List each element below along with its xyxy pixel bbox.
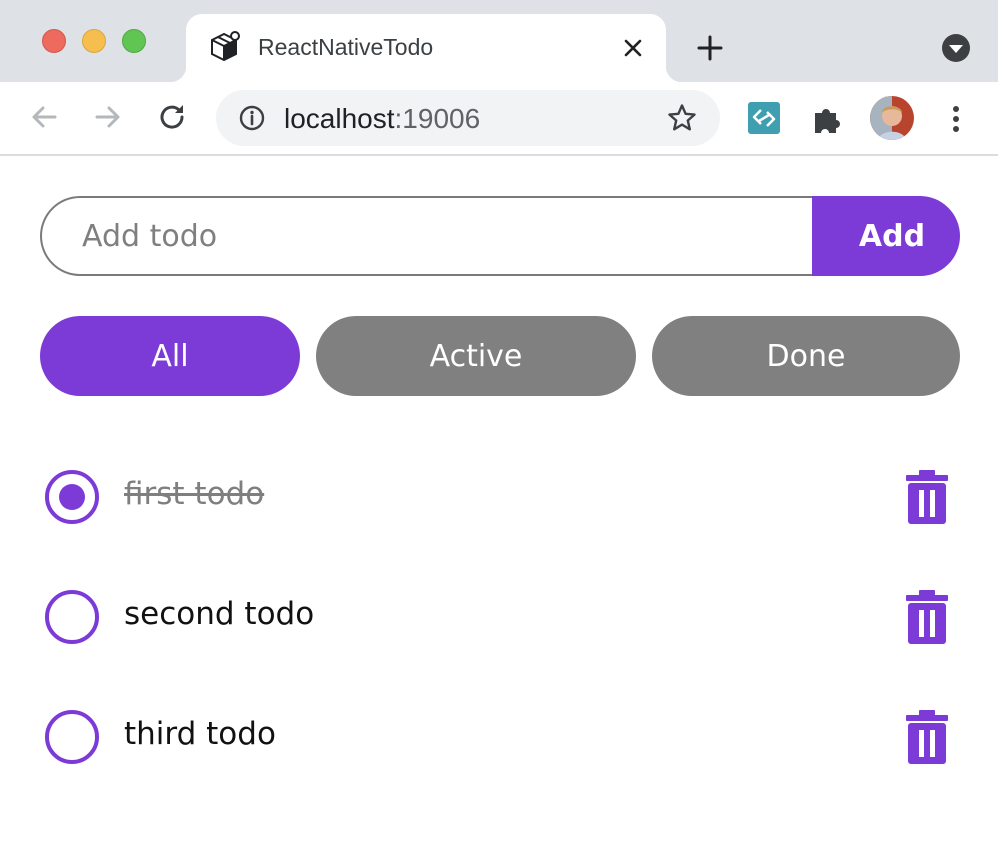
window-zoom-button[interactable]	[122, 29, 146, 53]
url-port: :19006	[394, 103, 481, 134]
url-host: localhost	[284, 103, 395, 134]
profile-photo-icon	[870, 96, 914, 140]
trash-icon[interactable]	[904, 590, 950, 644]
browser-toolbar: localhost:19006	[0, 82, 998, 156]
todo-toggle[interactable]	[45, 590, 99, 644]
back-arrow-icon[interactable]	[27, 100, 61, 134]
window-close-button[interactable]	[42, 29, 66, 53]
puzzle-icon[interactable]	[810, 102, 844, 136]
filter-active-button[interactable]: Active	[316, 316, 636, 396]
reload-icon[interactable]	[155, 100, 189, 134]
address-bar[interactable]: localhost:19006	[216, 90, 720, 146]
package-icon	[211, 31, 240, 62]
todo-toggle[interactable]	[45, 710, 99, 764]
todo-text: first todo	[124, 476, 265, 512]
add-button[interactable]: Add	[812, 196, 960, 276]
extension-icon[interactable]	[748, 102, 780, 134]
filter-done-button[interactable]: Done	[652, 316, 960, 396]
todo-item: second todo	[40, 576, 960, 656]
trash-icon[interactable]	[904, 470, 950, 524]
browser-titlebar: ReactNativeTodo	[0, 0, 998, 82]
todo-item: third todo	[40, 696, 960, 776]
tab-title: ReactNativeTodo	[258, 34, 434, 60]
close-icon[interactable]	[619, 34, 647, 62]
url-text: localhost:19006	[284, 103, 480, 135]
plus-icon[interactable]	[694, 32, 726, 64]
chevron-down-circle-icon[interactable]	[940, 32, 972, 64]
avatar[interactable]	[870, 96, 914, 140]
trash-icon[interactable]	[904, 710, 950, 764]
filter-all-button[interactable]: All	[40, 316, 300, 396]
forward-arrow-icon[interactable]	[91, 100, 125, 134]
star-icon[interactable]	[666, 102, 698, 134]
browser-tab[interactable]: ReactNativeTodo	[170, 14, 682, 82]
todo-toggle[interactable]	[45, 470, 99, 524]
window-minimize-button[interactable]	[82, 29, 106, 53]
kebab-menu-icon[interactable]	[942, 102, 970, 136]
info-icon[interactable]	[238, 104, 266, 132]
add-todo-row: Add	[40, 196, 960, 276]
todo-text: third todo	[124, 716, 276, 752]
todo-app: Add All Active Done first todo second to…	[0, 156, 998, 848]
todo-item: first todo	[40, 456, 960, 536]
todo-text: second todo	[124, 596, 315, 632]
add-todo-input[interactable]	[40, 196, 840, 276]
